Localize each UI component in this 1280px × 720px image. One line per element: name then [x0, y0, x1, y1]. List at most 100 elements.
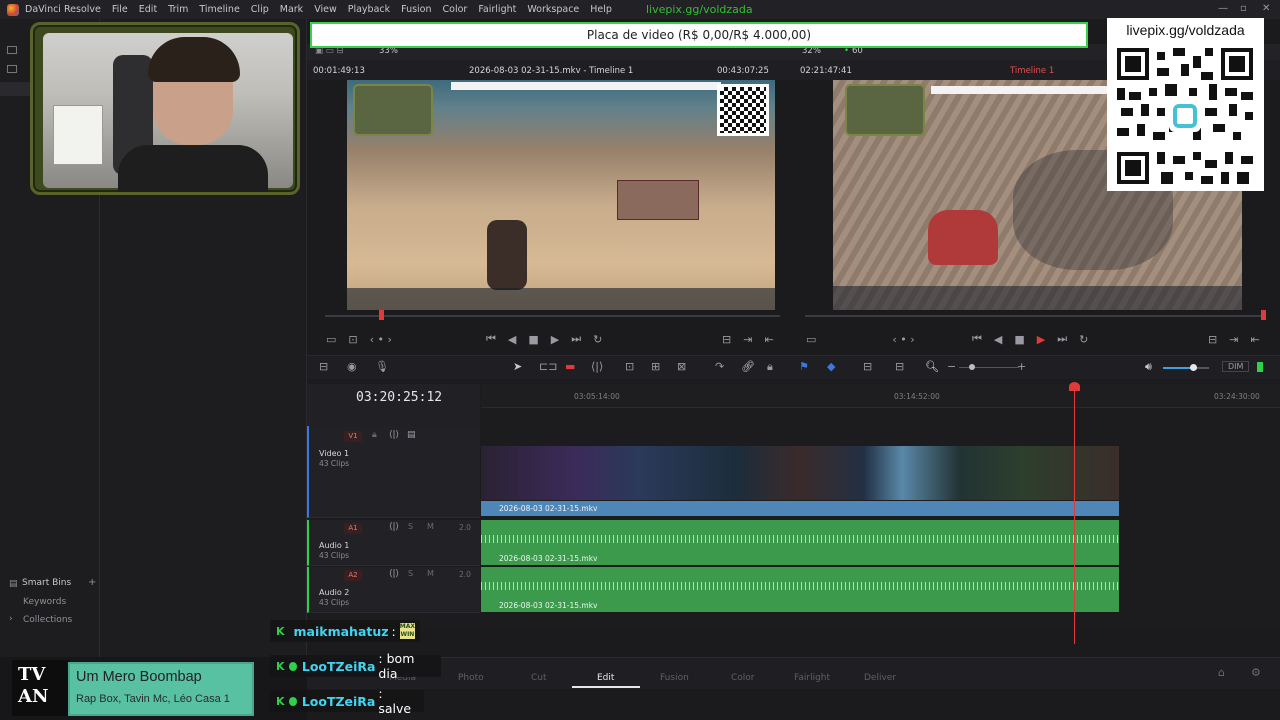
- v1-auto-select-icon[interactable]: ⟨|⟩: [389, 430, 399, 440]
- bin-icon[interactable]: [7, 65, 17, 73]
- play-icon[interactable]: ▶: [551, 333, 559, 346]
- zoom-detail-icon[interactable]: ⊟: [895, 360, 904, 373]
- go-to-start-icon[interactable]: ⏮: [486, 332, 496, 346]
- track-name-a2[interactable]: Audio 2: [319, 588, 349, 597]
- zoom-slider[interactable]: [959, 367, 1019, 368]
- zoom-in-icon[interactable]: +: [1017, 360, 1026, 373]
- minimize-icon[interactable]: —: [1218, 3, 1228, 14]
- menu-edit[interactable]: Edit: [139, 4, 157, 15]
- settings-gear-icon[interactable]: ⚙: [1251, 666, 1261, 679]
- track-badge-a2[interactable]: A2: [344, 570, 362, 581]
- record-timeline-name[interactable]: Timeline 1: [1010, 66, 1054, 76]
- source-viewer[interactable]: [347, 80, 775, 310]
- dim-button[interactable]: DIM: [1222, 361, 1250, 372]
- go-to-end-icon[interactable]: ⏭: [571, 332, 581, 346]
- record-jog-icon[interactable]: ‹ • ›: [892, 333, 914, 346]
- maximize-icon[interactable]: ▫: [1240, 3, 1247, 14]
- smart-bins-label[interactable]: Smart Bins: [22, 578, 71, 588]
- menu-playback[interactable]: Playback: [348, 4, 390, 15]
- record-match-frame-icon[interactable]: ⊟: [1208, 333, 1217, 346]
- page-tab-color[interactable]: Color: [731, 673, 755, 683]
- timeline-playhead[interactable]: [1074, 384, 1075, 644]
- insert-icon[interactable]: ⊡: [625, 360, 634, 373]
- zoom-custom-icon[interactable]: 🔍︎: [925, 360, 939, 373]
- stop-icon[interactable]: ■: [528, 333, 538, 346]
- track-name-a1[interactable]: Audio 1: [319, 541, 349, 550]
- selection-tool-icon[interactable]: ➤: [513, 360, 522, 373]
- page-tab-fusion[interactable]: Fusion: [660, 673, 689, 683]
- page-tab-fairlight[interactable]: Fairlight: [794, 673, 830, 683]
- v1-lock-icon[interactable]: 🔒︎: [372, 430, 377, 440]
- zoom-out-icon[interactable]: −: [947, 360, 956, 373]
- overlay-icon[interactable]: ◉: [347, 360, 357, 373]
- track-name-v1[interactable]: Video 1: [319, 449, 349, 458]
- smart-bin-keywords[interactable]: Keywords: [23, 597, 66, 607]
- menu-trim[interactable]: Trim: [168, 4, 188, 15]
- page-tab-deliver[interactable]: Deliver: [864, 673, 896, 683]
- insert-clip-icon[interactable]: ⊟: [722, 333, 731, 346]
- panel-toggle-icon[interactable]: [7, 46, 17, 54]
- a2-mute-button[interactable]: M: [427, 569, 434, 578]
- video-clip-thumbnails[interactable]: [481, 446, 1119, 500]
- menu-color[interactable]: Color: [443, 4, 468, 15]
- volume-icon[interactable]: 🔊︎: [1145, 360, 1152, 374]
- menu-workspace[interactable]: Workspace: [527, 4, 579, 15]
- playhead-handle-icon[interactable]: [1069, 382, 1080, 391]
- video-clip-label[interactable]: 2026-08-03 02-31-15.mkv: [481, 501, 1119, 516]
- link-icon[interactable]: 🔗︎: [741, 360, 755, 373]
- record-playhead-marker[interactable]: [1261, 310, 1266, 320]
- source-clip-name[interactable]: 2026-08-03 02-31-15.mkv - Timeline 1: [469, 66, 633, 76]
- marker-icon[interactable]: ◆: [827, 360, 835, 373]
- menu-help[interactable]: Help: [590, 4, 612, 15]
- a1-mute-button[interactable]: M: [427, 522, 434, 531]
- record-play-reverse-icon[interactable]: ◀: [994, 333, 1002, 346]
- timeline-view-options-icon[interactable]: ⊟: [319, 360, 328, 373]
- viewer-options-icon[interactable]: ▭: [326, 333, 336, 346]
- track-badge-a1[interactable]: A1: [344, 523, 362, 534]
- loop-icon[interactable]: ↻: [593, 333, 602, 346]
- a1-solo-button[interactable]: S: [408, 522, 413, 531]
- replace-icon[interactable]: ⊠: [677, 360, 686, 373]
- a2-auto-select-icon[interactable]: ⟨|⟩: [389, 569, 399, 579]
- flag-icon[interactable]: ⚑: [799, 360, 809, 373]
- add-smart-bin-icon[interactable]: +: [88, 577, 96, 588]
- record-next-edit-icon[interactable]: ⇥: [1229, 333, 1238, 346]
- menu-fairlight[interactable]: Fairlight: [478, 4, 516, 15]
- record-scrubber[interactable]: [805, 315, 1265, 317]
- record-play-icon[interactable]: ▶: [1037, 333, 1045, 346]
- a2-solo-button[interactable]: S: [408, 569, 413, 578]
- record-prev-edit-icon[interactable]: ⇤: [1250, 333, 1259, 346]
- mic-icon[interactable]: 🎙︎: [375, 360, 389, 373]
- dynamic-trim-icon[interactable]: ⟨|⟩: [591, 360, 603, 373]
- blade-tool-icon[interactable]: ▬: [565, 360, 575, 373]
- track-badge-v1[interactable]: V1: [344, 431, 362, 442]
- prev-edit-icon[interactable]: ⇤: [764, 333, 773, 346]
- record-go-to-start-icon[interactable]: ⏮: [972, 332, 982, 346]
- volume-slider-handle[interactable]: [1190, 364, 1197, 371]
- menu-timeline[interactable]: Timeline: [199, 4, 239, 15]
- next-edit-icon[interactable]: ⇥: [743, 333, 752, 346]
- zoom-slider-handle[interactable]: [969, 364, 975, 370]
- a1-auto-select-icon[interactable]: ⟨|⟩: [389, 522, 399, 532]
- source-scrubber[interactable]: [325, 315, 780, 317]
- menu-view[interactable]: View: [314, 4, 337, 15]
- smart-bin-collections[interactable]: Collections: [23, 615, 72, 625]
- snapping-icon[interactable]: ↷: [715, 360, 724, 373]
- record-loop-icon[interactable]: ↻: [1079, 333, 1088, 346]
- record-viewer-options-icon[interactable]: ▭: [806, 333, 816, 346]
- trim-tool-icon[interactable]: ⊏⊐: [539, 360, 557, 373]
- play-reverse-icon[interactable]: ◀: [508, 333, 516, 346]
- record-stop-icon[interactable]: ■: [1014, 333, 1024, 346]
- menu-fusion[interactable]: Fusion: [401, 4, 431, 15]
- menu-file[interactable]: File: [112, 4, 128, 15]
- jog-icon[interactable]: ‹ • ›: [370, 333, 392, 346]
- menu-mark[interactable]: Mark: [280, 4, 303, 15]
- record-go-to-end-icon[interactable]: ⏭: [1057, 332, 1067, 346]
- chevron-right-icon[interactable]: ›: [9, 614, 13, 624]
- lock-icon[interactable]: 🔒︎: [767, 360, 773, 374]
- volume-slider-track[interactable]: [1197, 367, 1209, 369]
- menu-clip[interactable]: Clip: [251, 4, 269, 15]
- page-tab-photo[interactable]: Photo: [458, 673, 484, 683]
- menu-app[interactable]: DaVinci Resolve: [25, 4, 101, 15]
- v1-monitor-icon[interactable]: ▤: [407, 430, 416, 440]
